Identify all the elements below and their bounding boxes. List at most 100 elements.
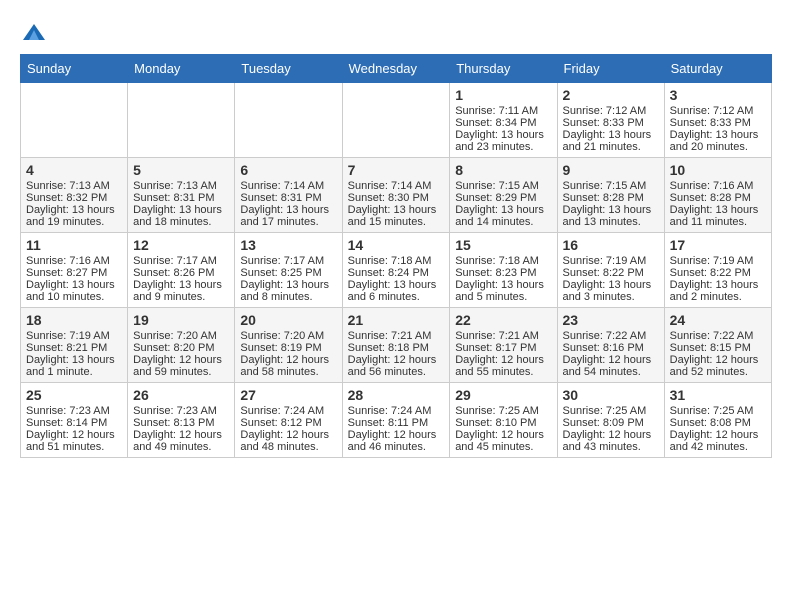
cell-content-line: Daylight: 12 hours and 56 minutes.	[348, 354, 445, 378]
calendar-body: 1Sunrise: 7:11 AMSunset: 8:34 PMDaylight…	[21, 83, 772, 458]
cell-content-line: Daylight: 12 hours and 42 minutes.	[670, 429, 766, 453]
cell-content-line: Sunset: 8:30 PM	[348, 192, 445, 204]
day-number: 17	[670, 237, 766, 253]
cell-content-line: Sunrise: 7:18 AM	[348, 255, 445, 267]
day-number: 18	[26, 312, 122, 328]
day-number: 9	[563, 162, 659, 178]
cell-content-line: Sunset: 8:28 PM	[670, 192, 766, 204]
day-number: 3	[670, 87, 766, 103]
calendar-cell: 29Sunrise: 7:25 AMSunset: 8:10 PMDayligh…	[450, 383, 557, 458]
calendar-cell: 1Sunrise: 7:11 AMSunset: 8:34 PMDaylight…	[450, 83, 557, 158]
day-number: 7	[348, 162, 445, 178]
calendar-cell: 10Sunrise: 7:16 AMSunset: 8:28 PMDayligh…	[664, 158, 771, 233]
calendar-cell: 30Sunrise: 7:25 AMSunset: 8:09 PMDayligh…	[557, 383, 664, 458]
calendar-week-5: 25Sunrise: 7:23 AMSunset: 8:14 PMDayligh…	[21, 383, 772, 458]
cell-content-line: Sunset: 8:14 PM	[26, 417, 122, 429]
cell-content-line: Daylight: 12 hours and 58 minutes.	[240, 354, 336, 378]
calendar-cell: 17 Sunrise: 7:19 AMSunset: 8:22 PMDayligh…	[664, 233, 771, 308]
cell-content-line: Daylight: 13 hours and 5 minutes.	[455, 279, 551, 303]
day-number: 8	[455, 162, 551, 178]
cell-content-line: Sunset: 8:33 PM	[670, 117, 766, 129]
calendar-cell: 28 Sunrise: 7:24 AMSunset: 8:11 PMDayligh…	[342, 383, 450, 458]
cell-content-line: Sunset: 8:20 PM	[133, 342, 229, 354]
cell-content-line: Daylight: 13 hours and 15 minutes.	[348, 204, 445, 228]
cell-content-line: Sunset: 8:16 PM	[563, 342, 659, 354]
cell-content-line: Sunrise: 7:19 AM	[563, 255, 659, 267]
cell-content-line: Sunset: 8:31 PM	[133, 192, 229, 204]
day-header-sunday: Sunday	[21, 55, 128, 83]
calendar-cell: 13Sunrise: 7:17 AMSunset: 8:25 PMDayligh…	[235, 233, 342, 308]
day-number: 15	[455, 237, 551, 253]
cell-content-line: Sunrise: 7:13 AM	[26, 180, 122, 192]
day-header-saturday: Saturday	[664, 55, 771, 83]
day-header-wednesday: Wednesday	[342, 55, 450, 83]
logo	[20, 20, 47, 44]
day-number: 30	[563, 387, 659, 403]
calendar-cell: 19 Sunrise: 7:20 AMSunset: 8:20 PMDayligh…	[128, 308, 235, 383]
cell-content-line: Sunrise: 7:12 AM	[563, 105, 659, 117]
day-header-monday: Monday	[128, 55, 235, 83]
calendar-cell: 20Sunrise: 7:20 AMSunset: 8:19 PMDayligh…	[235, 308, 342, 383]
calendar-cell: 18Sunrise: 7:19 AMSunset: 8:21 PMDayligh…	[21, 308, 128, 383]
cell-content-line: Sunset: 8:21 PM	[26, 342, 122, 354]
calendar-cell: 27Sunrise: 7:24 AMSunset: 8:12 PMDayligh…	[235, 383, 342, 458]
day-number: 27	[240, 387, 336, 403]
calendar-cell: 16Sunrise: 7:19 AMSunset: 8:22 PMDayligh…	[557, 233, 664, 308]
day-header-tuesday: Tuesday	[235, 55, 342, 83]
cell-content-line: Daylight: 12 hours and 46 minutes.	[348, 429, 445, 453]
cell-content-line: Daylight: 13 hours and 8 minutes.	[240, 279, 336, 303]
logo-icon	[21, 20, 47, 46]
cell-content-line: Daylight: 13 hours and 1 minute.	[26, 354, 122, 378]
cell-content-line: Daylight: 12 hours and 52 minutes.	[670, 354, 766, 378]
cell-content-line: Daylight: 12 hours and 48 minutes.	[240, 429, 336, 453]
cell-content-line: Sunset: 8:26 PM	[133, 267, 229, 279]
cell-content-line: Sunrise: 7:20 AM	[240, 330, 336, 342]
cell-content-line: Daylight: 12 hours and 55 minutes.	[455, 354, 551, 378]
calendar-cell: 3Sunrise: 7:12 AMSunset: 8:33 PMDaylight…	[664, 83, 771, 158]
cell-content-line: Daylight: 12 hours and 51 minutes.	[26, 429, 122, 453]
calendar-cell: 22Sunrise: 7:21 AMSunset: 8:17 PMDayligh…	[450, 308, 557, 383]
calendar-cell: 7 Sunrise: 7:14 AMSunset: 8:30 PMDaylight…	[342, 158, 450, 233]
cell-content-line: Sunset: 8:09 PM	[563, 417, 659, 429]
cell-content-line: Sunset: 8:13 PM	[133, 417, 229, 429]
cell-content-line: Sunset: 8:22 PM	[670, 267, 766, 279]
day-number: 24	[670, 312, 766, 328]
cell-content-line: Sunset: 8:10 PM	[455, 417, 551, 429]
cell-content-line: Sunrise: 7:22 AM	[670, 330, 766, 342]
cell-content-line: Daylight: 13 hours and 3 minutes.	[563, 279, 659, 303]
calendar-cell: 26Sunrise: 7:23 AMSunset: 8:13 PMDayligh…	[128, 383, 235, 458]
calendar-cell	[21, 83, 128, 158]
cell-content-line: Sunrise: 7:14 AM	[348, 180, 445, 192]
day-number: 21	[348, 312, 445, 328]
cell-content-line: Sunrise: 7:16 AM	[26, 255, 122, 267]
cell-content-line: Sunrise: 7:23 AM	[133, 405, 229, 417]
cell-content-line: Daylight: 13 hours and 11 minutes.	[670, 204, 766, 228]
cell-content-line: Sunset: 8:15 PM	[670, 342, 766, 354]
day-number: 19	[133, 312, 229, 328]
calendar-cell: 4Sunrise: 7:13 AMSunset: 8:32 PMDaylight…	[21, 158, 128, 233]
cell-content-line: Daylight: 13 hours and 19 minutes.	[26, 204, 122, 228]
calendar-cell: 5Sunrise: 7:13 AMSunset: 8:31 PMDaylight…	[128, 158, 235, 233]
calendar-week-1: 1Sunrise: 7:11 AMSunset: 8:34 PMDaylight…	[21, 83, 772, 158]
cell-content-line: Sunrise: 7:20 AM	[133, 330, 229, 342]
calendar-cell: 6Sunrise: 7:14 AMSunset: 8:31 PMDaylight…	[235, 158, 342, 233]
calendar-cell: 2Sunrise: 7:12 AMSunset: 8:33 PMDaylight…	[557, 83, 664, 158]
day-number: 6	[240, 162, 336, 178]
day-number: 11	[26, 237, 122, 253]
day-number: 1	[455, 87, 551, 103]
cell-content-line: Daylight: 13 hours and 6 minutes.	[348, 279, 445, 303]
page-header	[20, 20, 772, 44]
calendar-table: SundayMondayTuesdayWednesdayThursdayFrid…	[20, 54, 772, 458]
calendar-week-3: 11Sunrise: 7:16 AMSunset: 8:27 PMDayligh…	[21, 233, 772, 308]
cell-content-line: Sunrise: 7:16 AM	[670, 180, 766, 192]
cell-content-line: Sunrise: 7:19 AM	[670, 255, 766, 267]
cell-content-line: Sunset: 8:32 PM	[26, 192, 122, 204]
cell-content-line: Sunrise: 7:24 AM	[348, 405, 445, 417]
day-number: 28	[348, 387, 445, 403]
cell-content-line: Sunrise: 7:18 AM	[455, 255, 551, 267]
calendar-cell: 31Sunrise: 7:25 AMSunset: 8:08 PMDayligh…	[664, 383, 771, 458]
day-number: 25	[26, 387, 122, 403]
cell-content-line: Daylight: 12 hours and 59 minutes.	[133, 354, 229, 378]
cell-content-line: Daylight: 13 hours and 2 minutes.	[670, 279, 766, 303]
cell-content-line: Sunset: 8:11 PM	[348, 417, 445, 429]
